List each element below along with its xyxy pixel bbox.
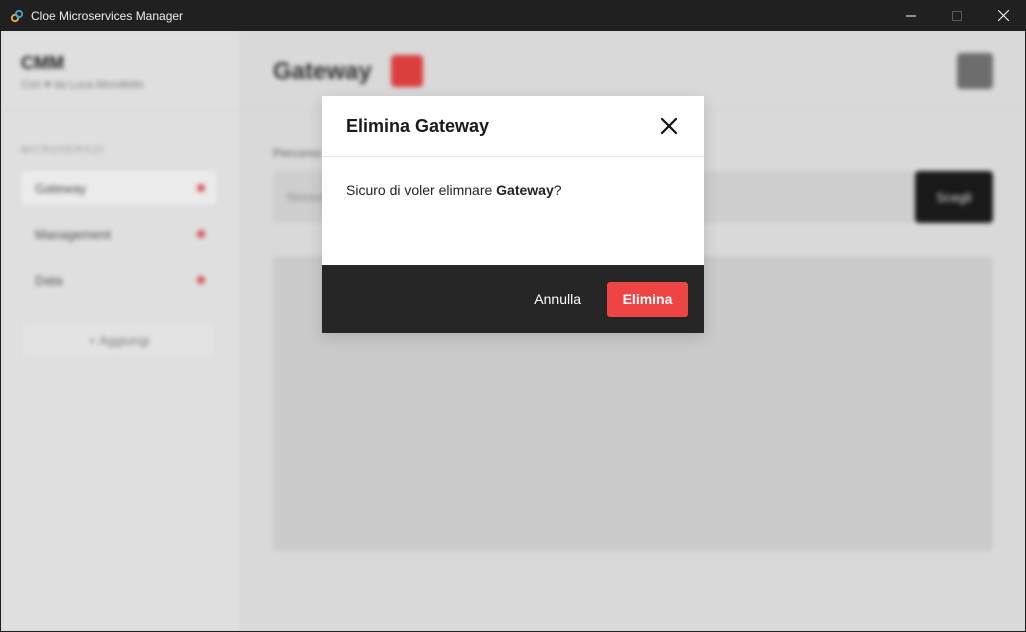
dialog-message-prefix: Sicuro di voler elimnare (346, 182, 497, 198)
minimize-icon (906, 15, 916, 16)
confirm-delete-button[interactable]: Elimina (607, 281, 688, 317)
dialog-footer: Annulla Elimina (322, 265, 704, 333)
window-controls (888, 0, 1026, 31)
close-window-icon (997, 10, 1009, 21)
app-window: CMM Con ♥ da Luca Morsiletto MICROSERVIZ… (1, 31, 1025, 631)
dialog-header: Elimina Gateway (322, 96, 704, 157)
delete-dialog: Elimina Gateway Sicuro di voler elimnare… (322, 96, 704, 333)
minimize-button[interactable] (888, 0, 934, 31)
dialog-message-suffix: ? (553, 182, 562, 198)
cancel-button[interactable]: Annulla (534, 291, 581, 307)
close-window-button[interactable] (980, 0, 1026, 31)
window-titlebar: Cloe Microservices Manager (0, 0, 1026, 31)
close-icon (660, 117, 678, 135)
dialog-title: Elimina Gateway (346, 115, 490, 136)
close-dialog-button[interactable] (658, 115, 680, 137)
window-title: Cloe Microservices Manager (31, 8, 184, 23)
dialog-service-name: Gateway (496, 182, 554, 198)
link-icon (10, 9, 24, 23)
maximize-button[interactable] (934, 0, 980, 31)
maximize-icon (952, 10, 962, 21)
dialog-body: Sicuro di voler elimnare Gateway? (322, 157, 704, 265)
